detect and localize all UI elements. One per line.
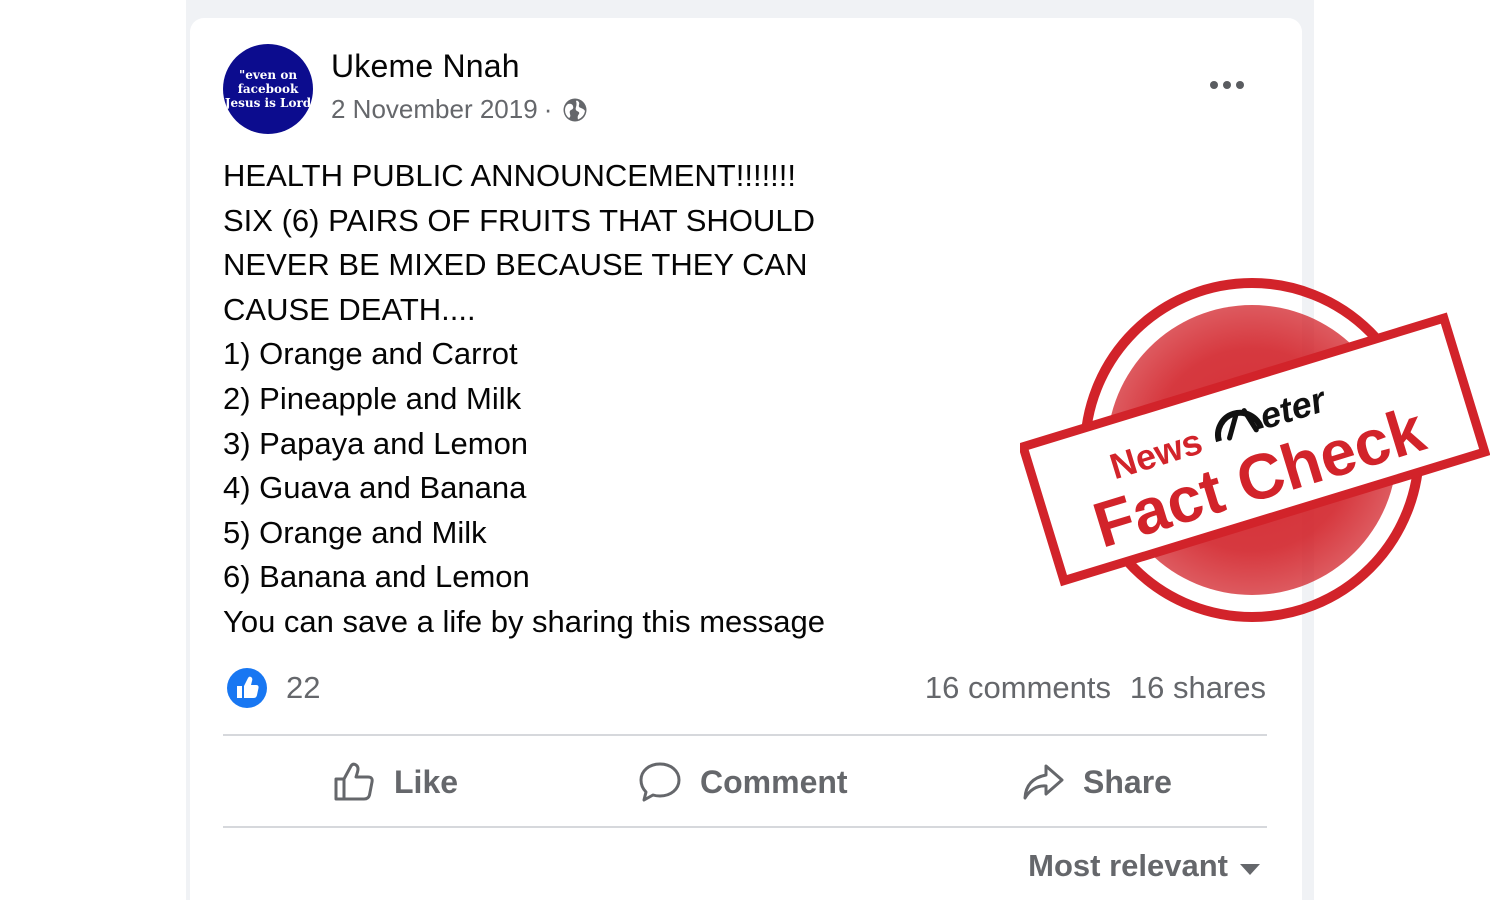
post-text-line: You can save a life by sharing this mess… [223,603,825,639]
post-text-line: 5) Orange and Milk [223,514,487,550]
like-button[interactable]: Like [332,752,458,812]
comment-button[interactable]: Comment [638,752,848,812]
post-text-line: 2) Pineapple and Milk [223,380,522,416]
reaction-count[interactable]: 22 [286,670,320,706]
post-text-line: NEVER BE MIXED BECAUSE THEY CAN [223,247,808,283]
post-date[interactable]: 2 November 2019 [331,94,538,125]
avatar-text-line: facebook [237,82,299,96]
author-avatar[interactable]: "even on facebook Jesus is Lord [223,44,313,134]
dot-icon [1210,81,1218,89]
dot-icon [1236,81,1244,89]
share-icon [1023,764,1064,800]
post-text-line: HEALTH PUBLIC ANNOUNCEMENT!!!!!!! [223,158,797,193]
caret-down-icon [1240,863,1260,875]
fact-check-stamp: News eter Fact Check [1020,278,1490,622]
divider [223,826,1267,828]
more-options-button[interactable] [1205,74,1249,96]
post-meta: 2 November 2019 · [331,94,588,125]
post-text-line: 6) Banana and Lemon [223,559,530,595]
comment-icon [639,762,681,802]
sort-label: Most relevant [1028,848,1228,883]
shares-count[interactable]: 16 shares [1130,670,1266,706]
avatar-text-line: "even on [238,68,298,82]
meta-separator: · [543,94,553,124]
post-text-line: 1) Orange and Carrot [223,336,518,372]
post-text-line: 3) Papaya and Lemon [223,425,529,461]
divider [223,734,1267,736]
post-body: HEALTH PUBLIC ANNOUNCEMENT!!!!!!! SIX (6… [223,154,923,645]
avatar-text-line: Jesus is Lord [224,96,312,110]
like-label: Like [394,763,459,800]
thumbs-up-icon [334,762,374,801]
share-button[interactable]: Share [1021,752,1172,812]
like-reaction-icon[interactable] [226,667,268,709]
comment-label: Comment [700,763,848,800]
post-text-line: CAUSE DEATH.... [223,291,476,327]
share-label: Share [1083,763,1172,800]
comments-count[interactable]: 16 comments [925,670,1111,706]
author-name[interactable]: Ukeme Nnah [331,48,520,85]
dot-icon [1223,81,1231,89]
sort-dropdown[interactable]: Most relevant [1028,848,1260,884]
post-text-line: 4) Guava and Banana [223,470,527,506]
post-text-line: SIX (6) PAIRS OF FRUITS THAT SHOULD [223,202,815,238]
globe-icon [563,98,587,121]
